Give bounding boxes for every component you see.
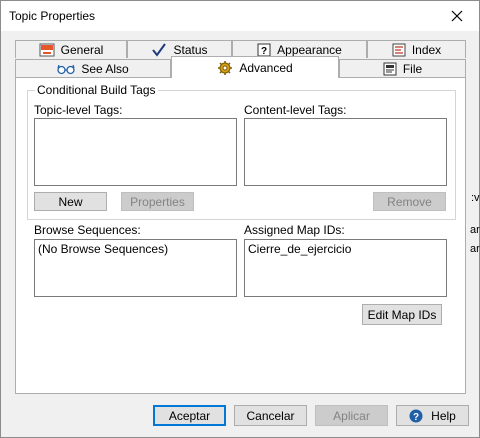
group-title: Conditional Build Tags: [35, 83, 158, 97]
content-level-tags-list[interactable]: [244, 118, 447, 186]
help-icon: ?: [409, 409, 423, 423]
tab-index[interactable]: Index: [367, 40, 466, 58]
title-bar: Topic Properties: [1, 1, 479, 31]
close-button[interactable]: [435, 1, 479, 31]
tab-general[interactable]: General: [15, 40, 127, 58]
assigned-map-ids-label: Assigned Map IDs:: [244, 223, 345, 237]
index-icon: [392, 43, 406, 56]
tab-see-also[interactable]: See Also: [15, 59, 171, 77]
browse-sequences-label: Browse Sequences:: [34, 223, 141, 237]
close-icon: [451, 10, 463, 22]
accept-button[interactable]: Aceptar: [153, 405, 226, 426]
background-text: ar: [470, 224, 480, 236]
topic-properties-dialog: Topic Properties General Status ? Appear…: [0, 0, 480, 438]
help-box-icon: ?: [257, 43, 271, 57]
edit-map-ids-button[interactable]: Edit Map IDs: [362, 304, 442, 325]
topic-level-tags-list[interactable]: [34, 118, 237, 186]
svg-text:?: ?: [413, 412, 419, 423]
properties-button[interactable]: Properties: [121, 192, 194, 211]
tab-label: Index: [411, 42, 442, 57]
checkmark-icon: [152, 42, 167, 57]
tab-label: General: [60, 42, 104, 57]
help-button[interactable]: ? Help: [396, 405, 469, 426]
dialog-title: Topic Properties: [9, 9, 96, 23]
general-icon: [39, 43, 55, 56]
tab-advanced[interactable]: Advanced: [171, 56, 339, 78]
tab-label: See Also: [81, 61, 129, 76]
glasses-icon: [57, 64, 75, 74]
svg-text:?: ?: [261, 46, 267, 57]
browse-sequences-list[interactable]: (No Browse Sequences): [34, 239, 237, 297]
cancel-button[interactable]: Cancelar: [234, 405, 307, 426]
tab-label: Appearance: [277, 42, 342, 57]
list-item[interactable]: Cierre_de_ejercicio: [248, 242, 443, 256]
tab-label: File: [402, 61, 423, 76]
new-tag-button[interactable]: New: [34, 192, 107, 211]
apply-button[interactable]: Aplicar: [315, 405, 388, 426]
list-item[interactable]: (No Browse Sequences): [38, 242, 233, 256]
topic-level-tags-label: Topic-level Tags:: [34, 103, 123, 117]
background-text: ar: [470, 243, 480, 255]
remove-button[interactable]: Remove: [373, 192, 446, 211]
tab-file[interactable]: File: [339, 59, 466, 77]
assigned-map-ids-list[interactable]: Cierre_de_ejercicio: [244, 239, 447, 297]
tab-label: Advanced: [239, 60, 293, 75]
file-icon: [383, 62, 397, 75]
tab-label: Status: [173, 42, 208, 57]
help-label: Help: [431, 408, 456, 423]
content-level-tags-label: Content-level Tags:: [244, 103, 347, 117]
gear-icon: [218, 60, 233, 75]
background-text: :v: [471, 192, 480, 204]
